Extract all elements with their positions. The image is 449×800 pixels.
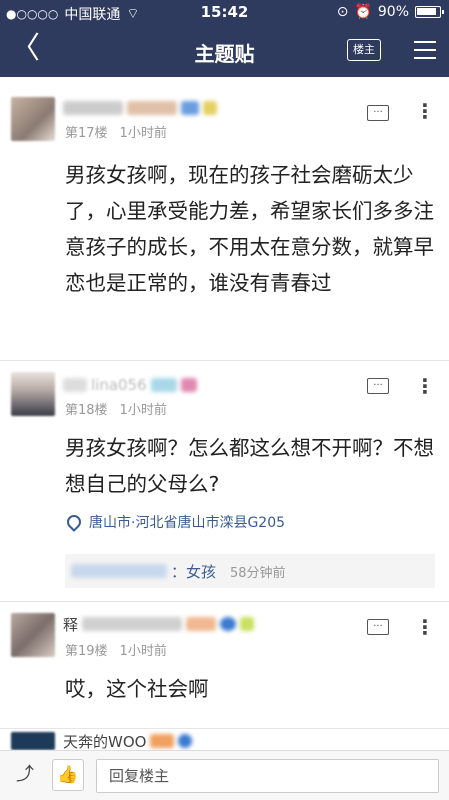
username-text: lina056 — [91, 376, 147, 394]
comment-icon[interactable]: ··· — [367, 619, 389, 635]
post-time: 1小时前 — [119, 403, 167, 418]
divider — [0, 360, 449, 361]
location-text: 唐山市·河北省唐山市滦县G205 — [89, 515, 286, 531]
status-bar: ●○○○○ 中国联通 ⌔ 15:42 ⊙ ⏰ 90% — [0, 0, 449, 24]
lock-rotation-icon: ⊙ — [336, 4, 349, 20]
alarm-icon: ⏰ — [354, 4, 372, 20]
more-vertical-icon[interactable]: ⋮ — [414, 376, 436, 396]
floor-number: 第18楼 — [65, 403, 108, 418]
username-blurred[interactable] — [63, 99, 217, 117]
post-content: 男孩女孩啊？怎么都这么想不开啊？不想想自己的父母么? — [65, 436, 434, 496]
post-meta: 第19楼 1小时前 — [65, 640, 179, 659]
reply-name: ：女孩 — [171, 562, 217, 581]
more-vertical-icon[interactable]: ⋮ — [414, 101, 436, 121]
hamburger-menu-icon[interactable] — [414, 41, 436, 59]
username-text: 释 — [63, 615, 79, 634]
username[interactable]: lina056 — [63, 376, 197, 394]
post-time: 1小时前 — [119, 644, 167, 659]
battery-percent: 90% — [377, 4, 409, 20]
top-bar: ●○○○○ 中国联通 ⌔ 15:42 ⊙ ⏰ 90% 〈 主题贴 楼主 — [0, 0, 449, 77]
divider — [0, 601, 449, 602]
comment-icon[interactable]: ··· — [367, 105, 389, 121]
share-icon[interactable]: ⤴ — [12, 762, 38, 788]
reply-username-blurred — [71, 564, 167, 578]
username[interactable]: 天奔的WOO — [63, 732, 193, 751]
post-meta: 第17楼 1小时前 — [65, 122, 179, 141]
avatar[interactable] — [11, 613, 55, 657]
battery-icon — [415, 6, 444, 18]
avatar[interactable] — [11, 97, 55, 141]
avatar[interactable] — [11, 372, 55, 416]
floor-number: 第19楼 — [65, 644, 108, 659]
floor-number: 第17楼 — [65, 126, 108, 141]
watermark-logo — [318, 756, 444, 796]
divider — [0, 728, 449, 729]
louzhu-only-button[interactable]: 楼主 — [347, 39, 381, 61]
post-content: 男孩女孩啊，现在的孩子社会磨砺太少了，心里承受能力差，希望家长们多多注意孩子的成… — [65, 163, 434, 295]
reply-preview[interactable]: ：女孩 58分钟前 — [65, 554, 435, 588]
reply-time: 58分钟前 — [230, 565, 286, 581]
post-time: 1小时前 — [119, 126, 167, 141]
thumbs-up-icon[interactable]: 👍 — [52, 759, 84, 791]
username[interactable]: 释 — [63, 615, 255, 634]
location-pin-icon — [64, 512, 84, 532]
avatar[interactable] — [11, 732, 55, 750]
post-meta: 第18楼 1小时前 — [65, 399, 179, 418]
more-vertical-icon[interactable]: ⋮ — [414, 617, 436, 637]
location-tag[interactable]: 唐山市·河北省唐山市滦县G205 — [64, 512, 286, 532]
page-title: 主题贴 — [194, 42, 255, 66]
comment-icon[interactable]: ··· — [367, 378, 389, 394]
nav-bar: 〈 主题贴 楼主 — [0, 26, 449, 76]
username-text: 天奔的WOO — [63, 732, 147, 751]
post-content: 哎，这个社会啊 — [65, 677, 209, 701]
